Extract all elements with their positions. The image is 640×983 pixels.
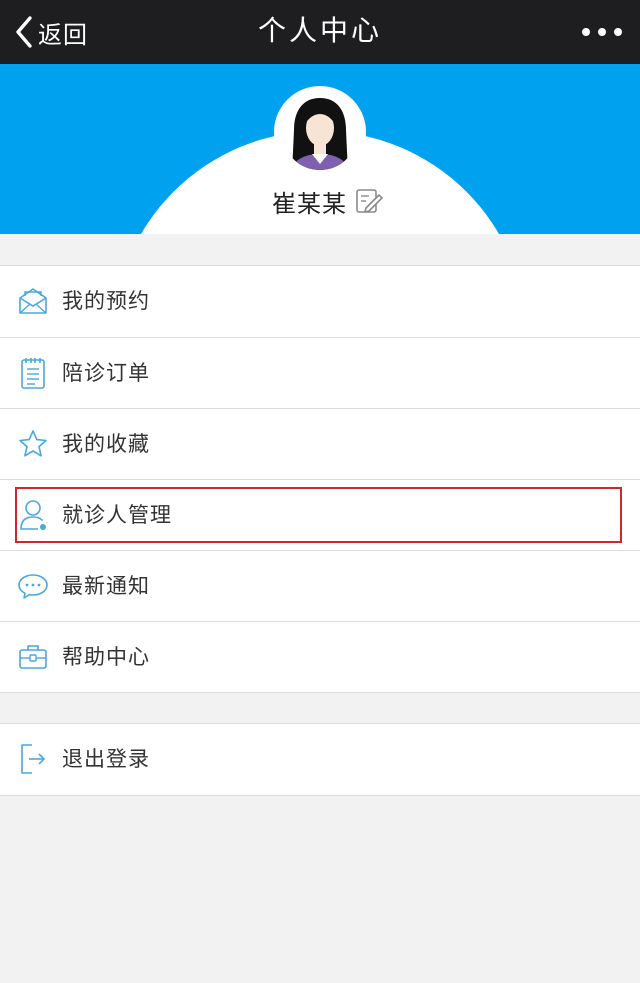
briefcase-icon bbox=[17, 639, 49, 675]
user-icon bbox=[17, 497, 49, 533]
menu-item-favorites[interactable]: 我的收藏 bbox=[0, 408, 640, 479]
logout-button[interactable]: 退出登录 bbox=[0, 724, 640, 795]
navbar: 返回 个人中心 bbox=[0, 0, 640, 64]
menu-item-label: 帮助中心 bbox=[62, 645, 150, 669]
more-dots-icon[interactable] bbox=[582, 20, 622, 44]
menu-item-label: 我的预约 bbox=[62, 289, 150, 313]
star-icon bbox=[17, 426, 49, 462]
chat-bubble-icon bbox=[17, 568, 49, 604]
menu-item-escort-orders[interactable]: 陪诊订单 bbox=[0, 337, 640, 408]
user-name: 崔某某 bbox=[272, 190, 347, 218]
menu-item-patient-management[interactable]: 就诊人管理 bbox=[0, 479, 640, 550]
avatar[interactable] bbox=[282, 94, 358, 180]
menu-item-appointments[interactable]: 我的预约 bbox=[0, 266, 640, 337]
menu-item-help-center[interactable]: 帮助中心 bbox=[0, 621, 640, 692]
envelope-icon bbox=[17, 283, 49, 319]
menu-item-notifications[interactable]: 最新通知 bbox=[0, 550, 640, 621]
exit-icon bbox=[17, 741, 49, 777]
menu-list: 我的预约 陪诊订单 我的收藏 就诊人管理 最新通知 帮助中心 bbox=[0, 265, 640, 693]
logout-label: 退出登录 bbox=[62, 747, 150, 771]
edit-icon[interactable] bbox=[354, 186, 384, 216]
profile-header: 崔某某 bbox=[0, 64, 640, 234]
menu-item-label: 最新通知 bbox=[62, 574, 150, 598]
menu-item-label: 我的收藏 bbox=[62, 432, 150, 456]
clipboard-icon bbox=[17, 355, 49, 391]
menu-item-label: 就诊人管理 bbox=[62, 503, 172, 527]
menu-item-label: 陪诊订单 bbox=[62, 361, 150, 385]
page-title: 个人中心 bbox=[257, 14, 382, 47]
logout-group: 退出登录 bbox=[0, 723, 640, 796]
